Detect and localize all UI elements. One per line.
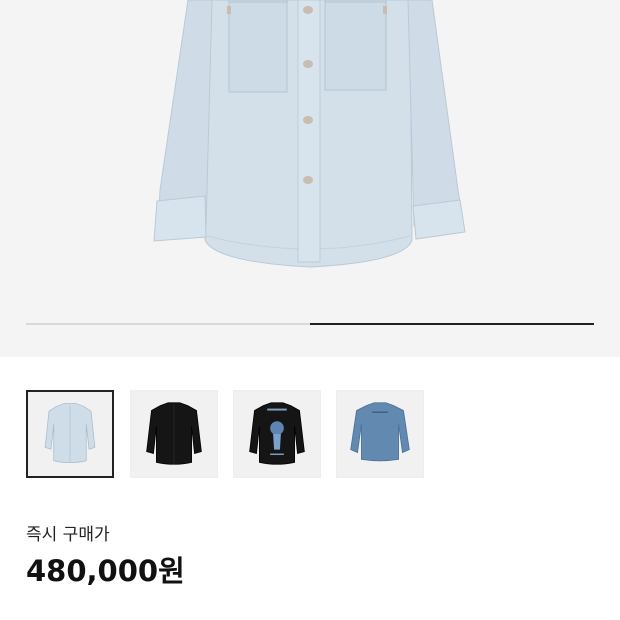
thumbnail-black-shirt-front[interactable] (130, 390, 218, 478)
instant-buy-price-label: 즉시 구매가 (26, 525, 110, 545)
light-blue-shirt-thumbnail-image (44, 403, 96, 464)
black-shirt-thumbnail-image (146, 402, 202, 465)
black-shirt-back-thumbnail-image (249, 402, 305, 465)
product-image-carousel[interactable] (0, 0, 620, 357)
thumbnail-blue-shirt-back[interactable] (336, 390, 424, 478)
blue-shirt-back-thumbnail-image (350, 402, 410, 462)
carousel-progress-bar (26, 323, 594, 325)
thumbnail-black-shirt-back-graphic[interactable] (233, 390, 321, 478)
carousel-progress-indicator (310, 323, 594, 325)
thumbnail-light-blue-shirt-front[interactable] (26, 390, 114, 478)
instant-buy-price-value: 480,000원 (26, 554, 185, 588)
hero-shirt-image (153, 0, 466, 268)
thumbnail-strip (26, 390, 446, 480)
